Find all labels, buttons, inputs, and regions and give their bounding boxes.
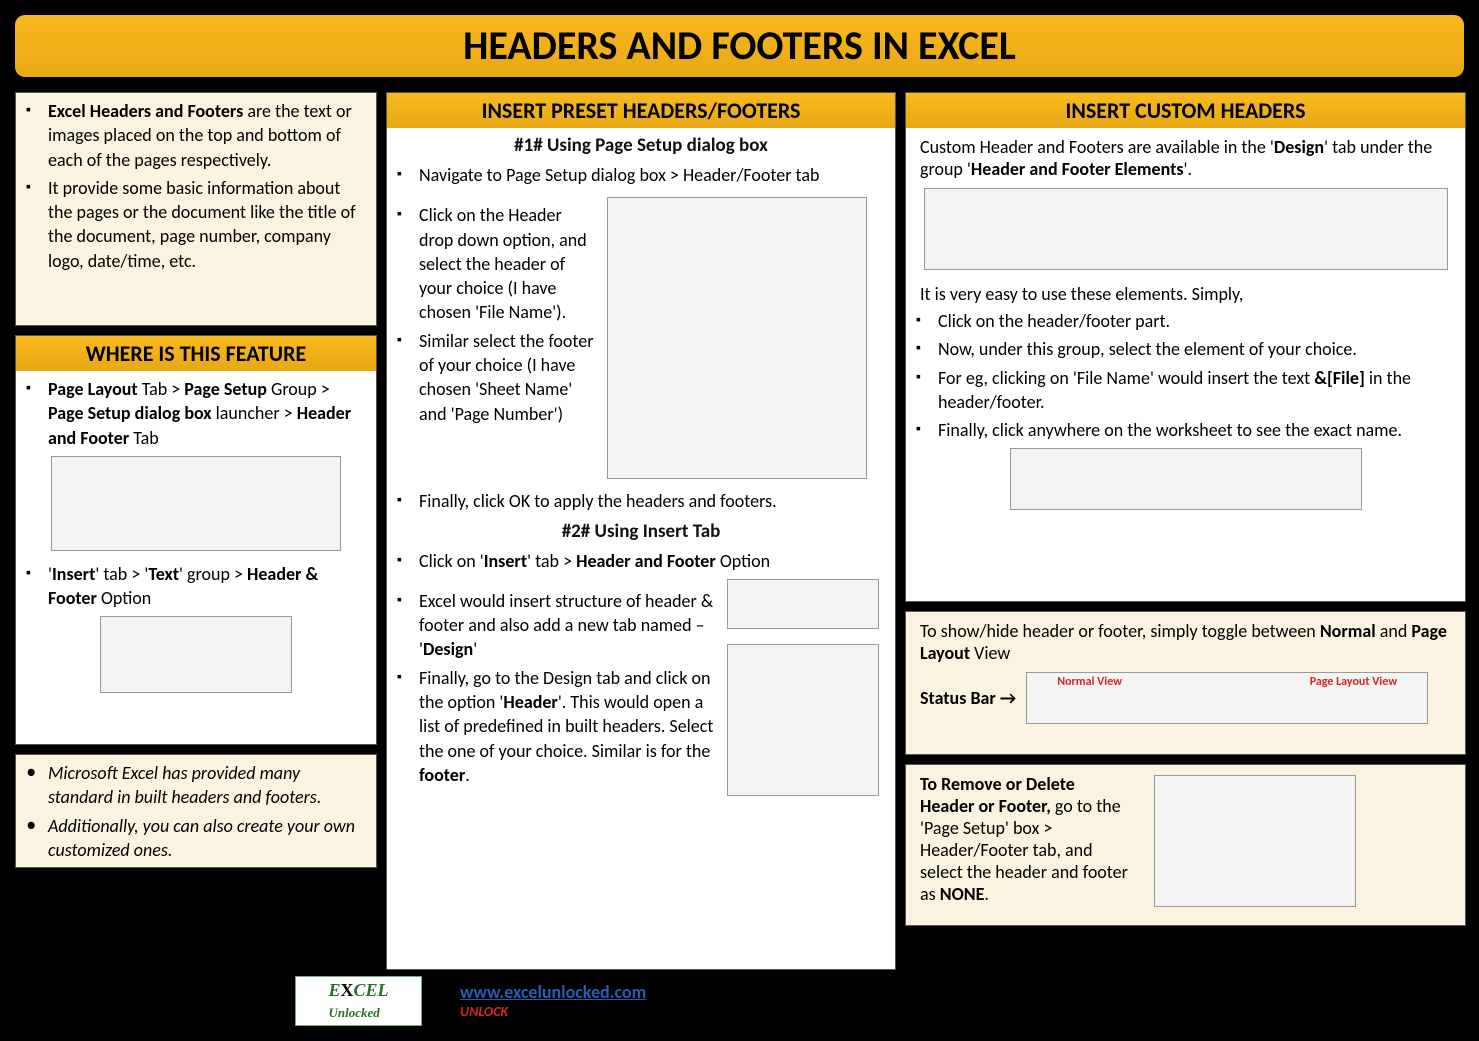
- method-1-title: #1# Using Page Setup dialog box: [387, 134, 895, 157]
- notes-box: Microsoft Excel has provided many standa…: [15, 754, 377, 868]
- where-path-2: 'Insert' tab > 'Text' group > Header & F…: [26, 562, 366, 611]
- header-dropdown-image: [727, 644, 879, 796]
- custom-box: INSERT CUSTOM HEADERS Custom Header and …: [905, 92, 1466, 602]
- remove-text: To Remove or Delete Header or Footer, go…: [906, 765, 1144, 917]
- method-2-title: #2# Using Insert Tab: [387, 520, 895, 543]
- m1-step3: Similar select the footer of your choice…: [397, 329, 597, 426]
- page-title: HEADERS AND FOOTERS IN EXCEL: [15, 15, 1464, 77]
- status-bar-image: Normal View Page Layout View: [1026, 672, 1428, 724]
- intro-item-1: Excel Headers and Footers are the text o…: [26, 99, 366, 172]
- design-tab-image: [727, 579, 879, 629]
- text-group-image: [100, 616, 292, 693]
- show-hide-text: To show/hide header or footer, simply to…: [906, 612, 1465, 672]
- c-step3: For eg, clicking on 'File Name' would in…: [916, 366, 1455, 415]
- custom-intro: Custom Header and Footers are available …: [906, 128, 1465, 188]
- remove-box: To Remove or Delete Header or Footer, go…: [905, 764, 1466, 926]
- c-step1: Click on the header/footer part.: [916, 309, 1455, 333]
- c-step4: Finally, click anywhere on the worksheet…: [916, 418, 1455, 442]
- page-layout-ribbon-image: [51, 456, 341, 551]
- intro-item-2: It provide some basic information about …: [26, 176, 366, 273]
- where-box: WHERE IS THIS FEATURE Page Layout Tab > …: [15, 335, 377, 745]
- m2-step1: Click on 'Insert' tab > Header and Foote…: [397, 549, 885, 573]
- note-1: Microsoft Excel has provided many standa…: [26, 761, 366, 810]
- status-bar-label: Status Bar →: [920, 687, 1016, 709]
- elements-ribbon-image: [924, 188, 1448, 270]
- preset-box: INSERT PRESET HEADERS/FOOTERS #1# Using …: [386, 92, 896, 970]
- header-area-image: [1010, 448, 1362, 510]
- none-image: [1154, 775, 1356, 907]
- c-step2: Now, under this group, select the elemen…: [916, 337, 1455, 361]
- page-setup-dialog-image: [607, 197, 867, 479]
- m1-step4: Finally, click OK to apply the headers a…: [397, 489, 885, 513]
- custom-header: INSERT CUSTOM HEADERS: [906, 93, 1465, 128]
- show-hide-box: To show/hide header or footer, simply to…: [905, 611, 1466, 755]
- excel-unlocked-logo: EXCELUnlocked: [295, 976, 422, 1026]
- m1-step1: Navigate to Page Setup dialog box > Head…: [397, 163, 885, 187]
- where-header: WHERE IS THIS FEATURE: [16, 336, 376, 371]
- m2-step2: Excel would insert structure of header &…: [397, 589, 717, 662]
- m1-step2: Click on the Header drop down option, an…: [397, 203, 597, 324]
- custom-easy: It is very easy to use these elements. S…: [906, 275, 1465, 305]
- m2-step3: Finally, go to the Design tab and click …: [397, 666, 717, 787]
- unlock-text: UNLOCK: [460, 999, 508, 1021]
- where-path-1: Page Layout Tab > Page Setup Group > Pag…: [26, 377, 366, 450]
- preset-header: INSERT PRESET HEADERS/FOOTERS: [387, 93, 895, 128]
- intro-box: Excel Headers and Footers are the text o…: [15, 92, 377, 326]
- note-2: Additionally, you can also create your o…: [26, 814, 366, 863]
